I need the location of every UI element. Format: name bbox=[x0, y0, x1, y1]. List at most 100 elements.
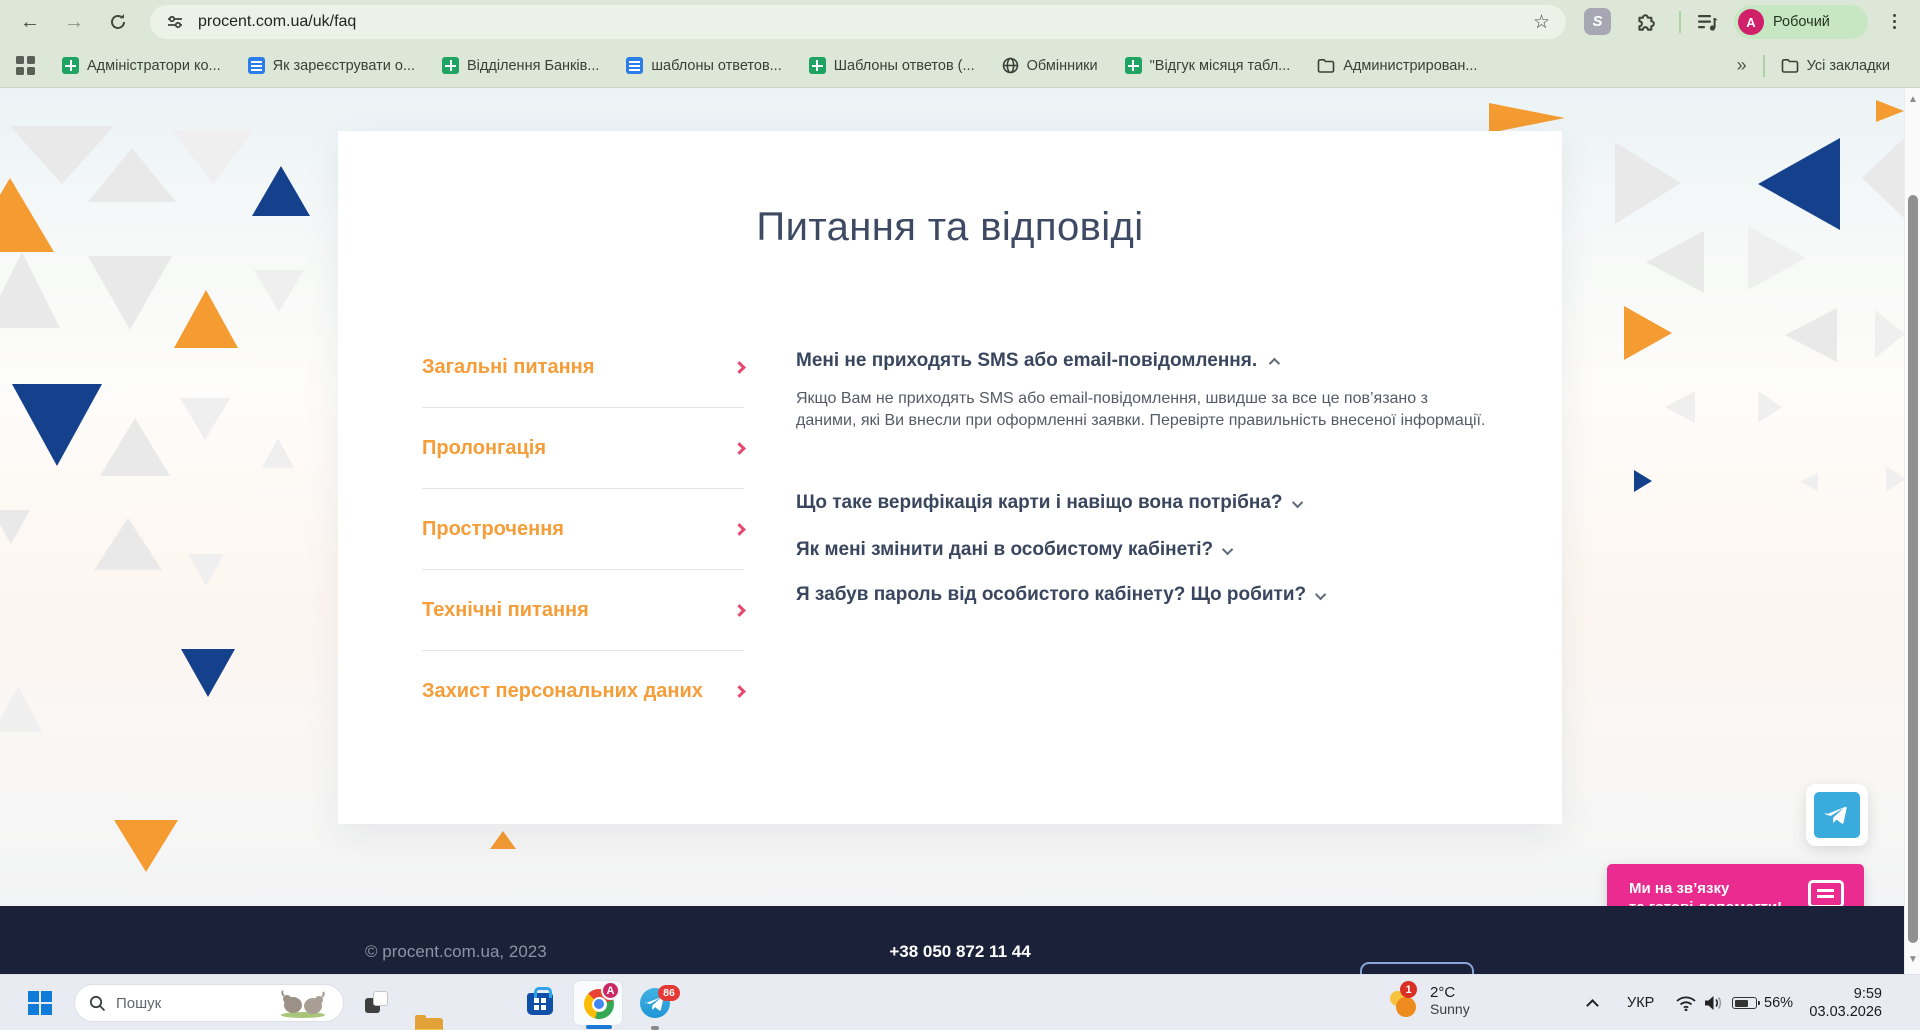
bookmark-item[interactable]: шаблоны ответов... bbox=[626, 57, 782, 74]
decor-triangle bbox=[1489, 103, 1565, 133]
battery-percent: 56% bbox=[1764, 995, 1794, 1011]
decor-triangle bbox=[94, 518, 162, 570]
battery-icon[interactable] bbox=[1732, 997, 1760, 1009]
back-button[interactable]: ← bbox=[14, 6, 46, 38]
microsoft-store-button[interactable] bbox=[527, 987, 553, 1015]
wifi-icon[interactable] bbox=[1675, 995, 1697, 1011]
category-technical[interactable]: Технічні питання bbox=[422, 570, 746, 651]
bookmark-item[interactable]: Відділення Банків... bbox=[442, 57, 599, 74]
speaker-icon[interactable] bbox=[1704, 995, 1724, 1011]
bookmarks-overflow-button[interactable]: » bbox=[1737, 55, 1747, 76]
hidden-icons-chevron[interactable] bbox=[1586, 999, 1599, 1012]
faq-card: Питання та відповіді Загальні питання Пр… bbox=[338, 131, 1562, 824]
extensions-puzzle-icon[interactable] bbox=[1634, 8, 1660, 39]
decor-triangle bbox=[188, 554, 224, 586]
start-button[interactable] bbox=[28, 991, 52, 1015]
decor-triangle bbox=[181, 649, 235, 697]
decor-triangle bbox=[1748, 226, 1806, 290]
decor-triangle bbox=[1886, 466, 1906, 492]
decor-triangle bbox=[1634, 470, 1652, 492]
telegram-taskbar-button[interactable]: 86 bbox=[640, 985, 680, 1018]
bookmark-star-icon[interactable]: ☆ bbox=[1533, 11, 1550, 34]
forward-button[interactable]: → bbox=[58, 6, 90, 38]
site-info-icon[interactable] bbox=[166, 13, 184, 31]
decor-triangle bbox=[1758, 138, 1840, 230]
refresh-button[interactable] bbox=[102, 6, 134, 38]
profile-name: Робочий bbox=[1773, 14, 1830, 30]
all-bookmarks-button[interactable]: Усі закладки bbox=[1781, 58, 1890, 74]
chevron-right-icon bbox=[733, 603, 746, 617]
telegram-float-button[interactable] bbox=[1806, 784, 1868, 846]
decor-triangle bbox=[1665, 391, 1695, 423]
bookmark-item[interactable]: Обмінники bbox=[1002, 57, 1098, 74]
chrome-button-active[interactable]: A bbox=[573, 980, 623, 1026]
scroll-up-arrow[interactable]: ▲ bbox=[1905, 94, 1920, 105]
decor-triangle bbox=[1624, 306, 1672, 360]
category-general[interactable]: Загальні питання bbox=[422, 327, 746, 408]
bookmark-item[interactable]: "Відгук місяця табл... bbox=[1124, 57, 1290, 74]
faq-answer: Якщо Вам не приходять SMS або email-пові… bbox=[796, 390, 1486, 429]
bookmark-item[interactable]: Администрирован... bbox=[1317, 58, 1477, 74]
decor-triangle bbox=[114, 820, 178, 872]
bookmark-item[interactable]: Адміністратори ко... bbox=[62, 57, 221, 74]
taskbar-search[interactable]: Пошук bbox=[74, 984, 344, 1022]
taskbar-clock[interactable]: 9:59 03.03.2026 bbox=[1809, 985, 1882, 1021]
decor-triangle bbox=[254, 270, 304, 312]
chevron-right-icon bbox=[733, 685, 746, 698]
decor-triangle bbox=[0, 510, 30, 544]
decor-triangle bbox=[1862, 136, 1906, 220]
chevron-up-icon bbox=[1268, 357, 1281, 370]
globe-icon bbox=[1002, 57, 1018, 74]
file-explorer-button[interactable] bbox=[415, 1015, 443, 1030]
faq-question-expanded[interactable]: Мені не приходять SMS або email-повідомл… bbox=[796, 350, 1281, 372]
decor-triangle bbox=[490, 831, 516, 849]
back-icon: ← bbox=[20, 10, 40, 33]
decor-triangle bbox=[1875, 310, 1905, 358]
scroll-down-arrow[interactable]: ▼ bbox=[1905, 954, 1920, 965]
faq-question[interactable]: Що таке верифікація карти і навіщо вона … bbox=[796, 492, 1303, 514]
refresh-icon bbox=[111, 14, 125, 29]
weather-temp: 2°C bbox=[1430, 983, 1456, 1001]
decor-triangle bbox=[252, 166, 310, 216]
decor-triangle bbox=[172, 130, 254, 184]
clock-date: 03.03.2026 bbox=[1809, 1004, 1882, 1020]
site-footer: © procent.com.ua, 2023 +38 050 872 11 44 bbox=[0, 906, 1920, 974]
bookmarks-right: » Усі закладки bbox=[1737, 44, 1890, 87]
browser-menu-button[interactable] bbox=[1893, 14, 1896, 29]
faq-categories: Загальні питання Пролонгація Простроченн… bbox=[422, 327, 746, 732]
telegram-icon bbox=[1814, 792, 1860, 838]
weather-widget[interactable]: 1 2°C Sunny bbox=[1390, 981, 1470, 1017]
footer-button-partial[interactable] bbox=[1360, 962, 1474, 974]
browser-toolbar: ← → procent.com.ua/uk/faq ☆ S A Робочий bbox=[0, 0, 1920, 44]
faq-question[interactable]: Як мені змінити дані в особистому кабіне… bbox=[796, 539, 1234, 561]
decor-triangle bbox=[180, 398, 230, 440]
profile-chip[interactable]: A Робочий bbox=[1734, 5, 1868, 39]
bookmark-item[interactable]: Шаблоны ответов (... bbox=[808, 57, 975, 74]
chevron-down-icon bbox=[1222, 543, 1234, 556]
footer-phone[interactable]: +38 050 872 11 44 bbox=[0, 942, 1920, 962]
sheets-icon bbox=[808, 57, 826, 74]
category-prolongation[interactable]: Пролонгація bbox=[422, 408, 746, 489]
decor-triangle bbox=[1876, 100, 1904, 122]
browser-chrome: ← → procent.com.ua/uk/faq ☆ S A Робочий … bbox=[0, 0, 1920, 120]
search-placeholder: Пошук bbox=[116, 994, 162, 1012]
vpn-extension-icon[interactable]: S bbox=[1584, 8, 1611, 35]
media-controls-icon[interactable] bbox=[1696, 10, 1720, 39]
category-overdue[interactable]: Прострочення bbox=[422, 489, 746, 570]
address-bar[interactable]: procent.com.ua/uk/faq ☆ bbox=[150, 5, 1566, 39]
sheets-icon bbox=[62, 57, 79, 74]
apps-grid-icon[interactable] bbox=[16, 56, 35, 75]
decor-triangle bbox=[1615, 142, 1681, 224]
decor-triangle bbox=[174, 290, 238, 348]
keyboard-language[interactable]: УКР bbox=[1627, 995, 1654, 1011]
bookmark-item[interactable]: Як зареєструвати о... bbox=[247, 57, 415, 74]
decor-triangle bbox=[262, 438, 294, 468]
task-view-button[interactable] bbox=[363, 989, 389, 1015]
page-scrollbar[interactable]: ▲ ▼ bbox=[1904, 88, 1920, 974]
url-text[interactable]: procent.com.ua/uk/faq bbox=[198, 13, 356, 31]
chrome-profile-badge: A bbox=[601, 981, 620, 1000]
bookmarks-list: Адміністратори ко... Як зареєструвати о.… bbox=[62, 44, 1477, 87]
faq-question[interactable]: Я забув пароль від особистого кабінету? … bbox=[796, 584, 1327, 606]
scrollbar-thumb[interactable] bbox=[1908, 195, 1918, 943]
category-personal-data[interactable]: Захист персональних даних bbox=[422, 651, 746, 732]
